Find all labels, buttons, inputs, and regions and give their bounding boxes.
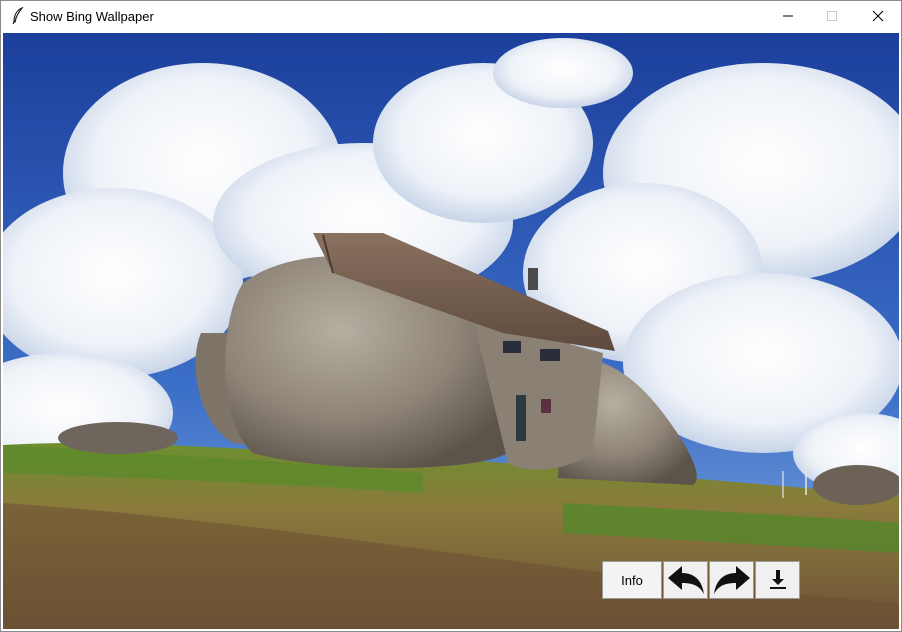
minimize-icon <box>783 15 793 17</box>
title-bar[interactable]: Show Bing Wallpaper <box>1 1 901 31</box>
wallpaper-image <box>3 33 899 629</box>
close-icon <box>872 10 884 22</box>
maximize-icon <box>827 11 837 21</box>
window-title: Show Bing Wallpaper <box>30 9 154 24</box>
download-button[interactable] <box>755 561 800 599</box>
app-window: Show Bing Wallpaper Info <box>0 0 902 632</box>
download-icon <box>769 570 786 589</box>
close-button[interactable] <box>855 1 901 31</box>
next-button[interactable] <box>709 561 754 599</box>
previous-button[interactable] <box>663 561 708 599</box>
info-button[interactable]: Info <box>602 561 662 599</box>
wallpaper-view: Info <box>3 33 899 629</box>
wallpaper-toolbar: Info <box>602 561 801 599</box>
minimize-button[interactable] <box>765 1 811 31</box>
next-arrow-icon <box>713 566 750 594</box>
feather-icon <box>12 7 24 25</box>
maximize-button[interactable] <box>809 1 855 31</box>
previous-arrow-icon <box>667 566 704 594</box>
